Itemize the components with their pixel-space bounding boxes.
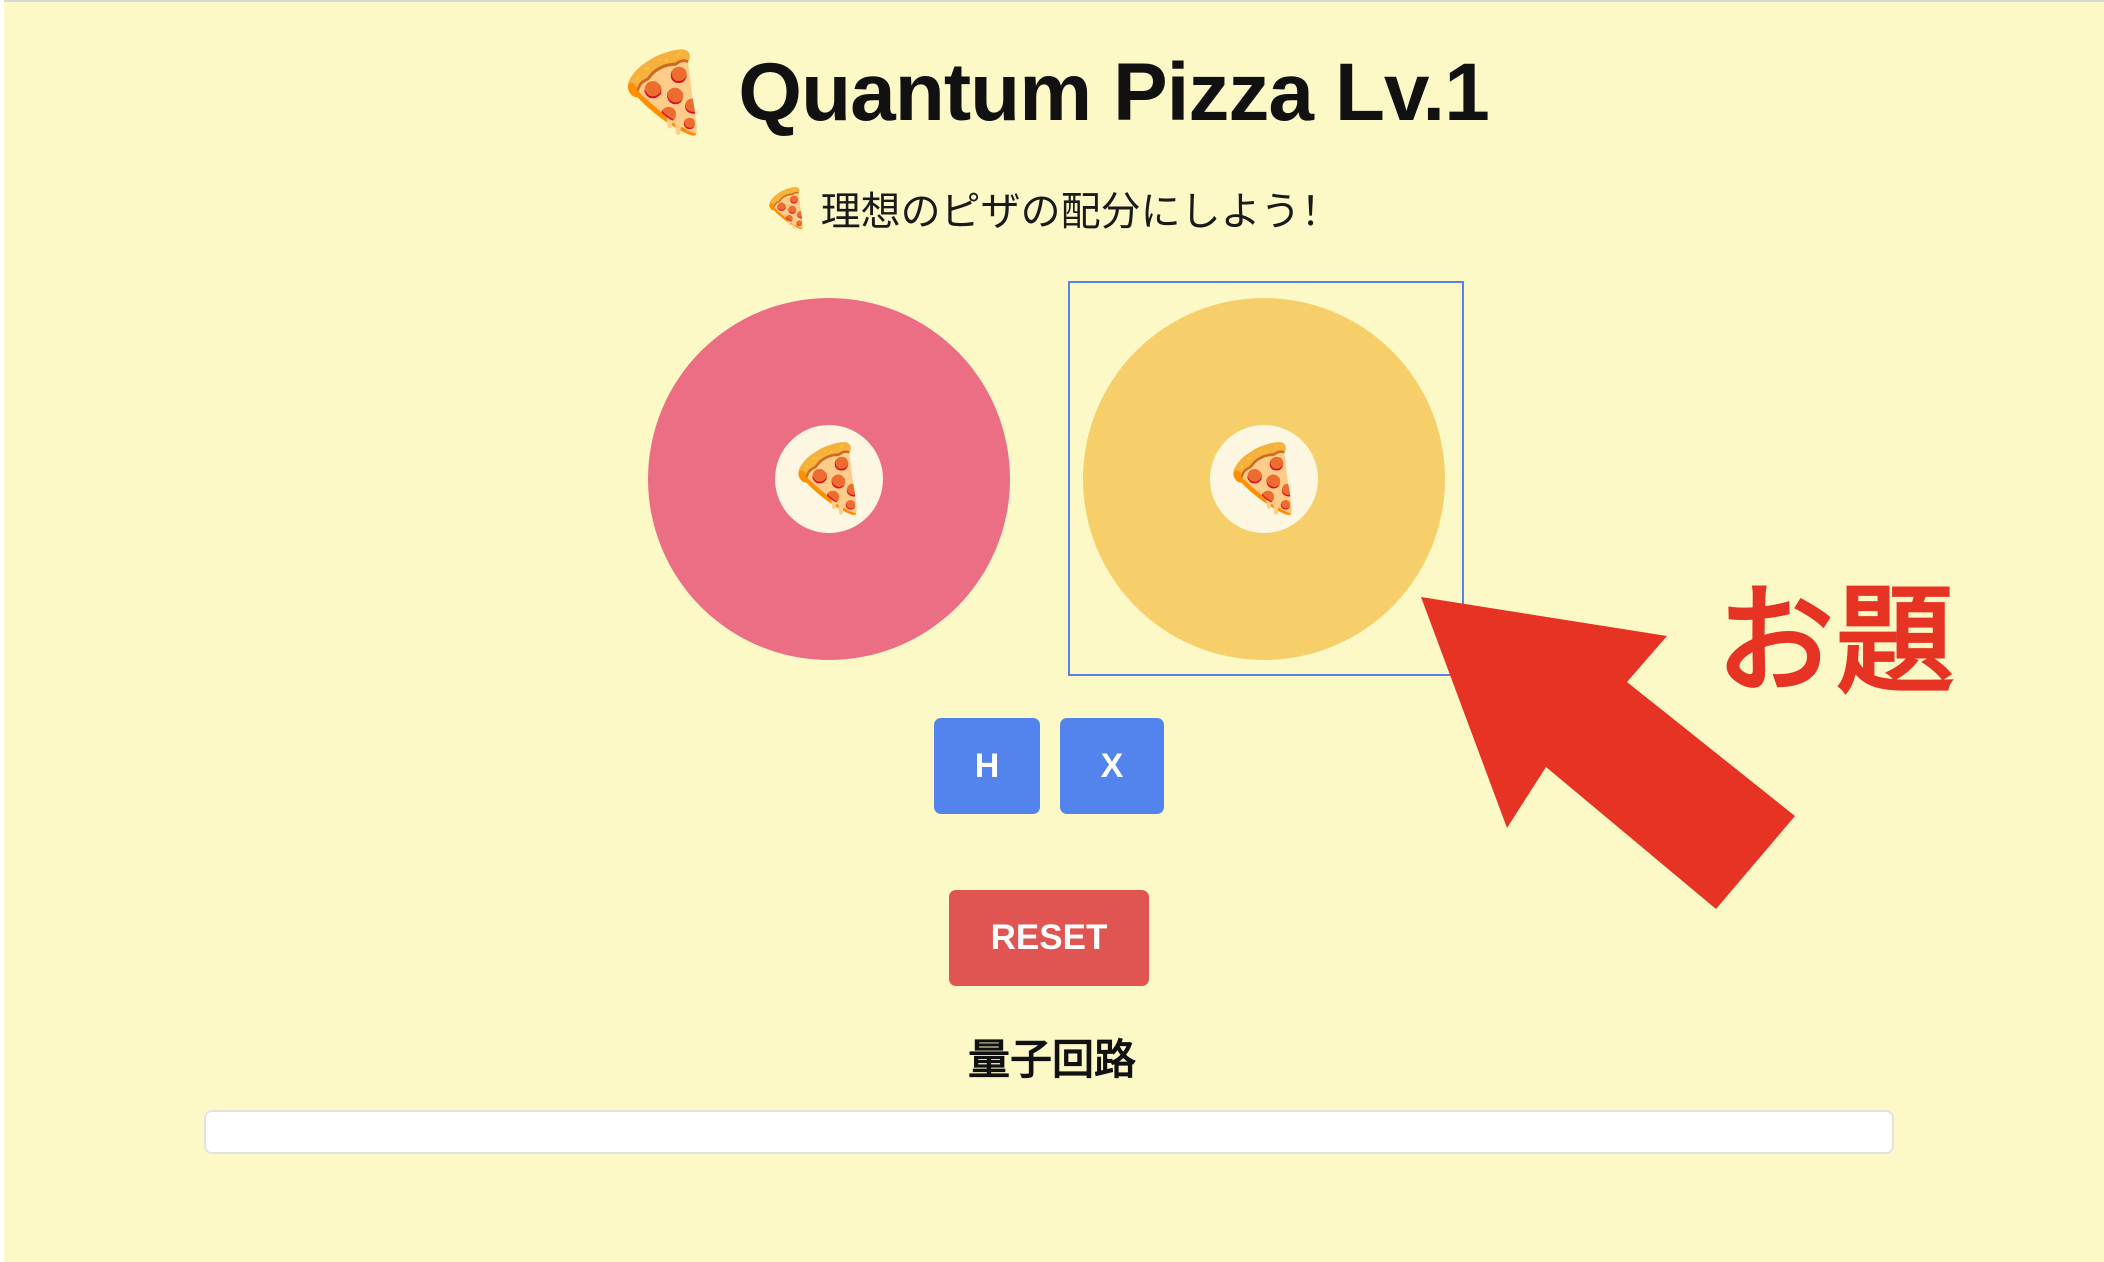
- pizza-icon: 🍕: [787, 440, 871, 517]
- target-pizza: 🍕: [1083, 298, 1445, 660]
- pizza-icon: 🍕: [763, 186, 811, 230]
- instruction: 🍕 理想のピザの配分にしよう！: [0, 178, 2104, 238]
- h-gate-button[interactable]: H: [934, 718, 1040, 814]
- pizza-center: 🍕: [775, 425, 883, 533]
- reset-button[interactable]: RESET: [949, 890, 1149, 986]
- pizza-icon: 🍕: [615, 48, 713, 138]
- quantum-circuit-area[interactable]: [204, 1110, 1894, 1154]
- annotation-label: お題: [1715, 571, 1956, 710]
- pizza-icon: 🍕: [1222, 440, 1306, 517]
- x-gate-button[interactable]: X: [1060, 718, 1164, 814]
- page-title-text: Quantum Pizza Lv.1: [738, 47, 1490, 138]
- window-top-border: [0, 0, 2104, 2]
- circuit-heading: 量子回路: [967, 1034, 1136, 1084]
- instruction-text: 理想のピザの配分にしよう！: [820, 189, 1341, 235]
- pizza-center: 🍕: [1210, 425, 1318, 533]
- page-title: 🍕 Quantum Pizza Lv.1: [0, 38, 2104, 148]
- current-pizza: 🍕: [648, 298, 1010, 660]
